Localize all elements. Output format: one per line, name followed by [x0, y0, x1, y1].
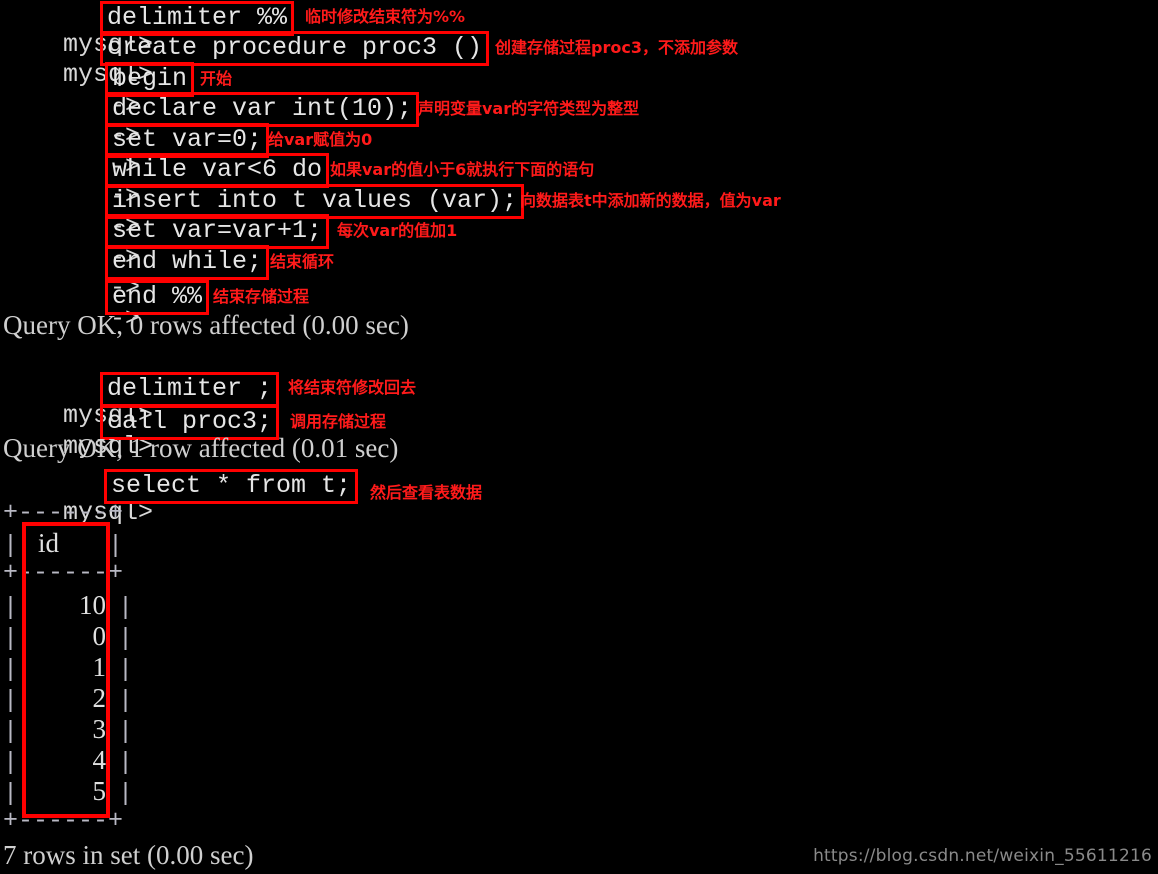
table-rule-top: +------+ [3, 498, 124, 527]
annotation-create-procedure: 创建存储过程proc3，不添加参数 [495, 38, 738, 57]
table-cell-id: 1 [92, 652, 107, 682]
table-cell-id: 3 [92, 714, 107, 744]
table-cell-id: 4 [92, 745, 107, 775]
table-cell-id: 10 [79, 590, 107, 620]
annotation-delimiter-start: 临时修改结束符为%% [305, 7, 466, 26]
annotation-insert: 向数据表t中添加新的数据，值为var [520, 191, 781, 210]
table-row: | 4 | [3, 745, 134, 777]
sql-statement-create-procedure[interactable]: create procedure proc3 () [100, 31, 490, 66]
table-rule-middle: +------+ [3, 558, 124, 587]
annotation-end-procedure: 结束存储过程 [213, 287, 310, 306]
annotation-set-var-zero: 给var赋值为0 [268, 130, 373, 149]
table-header-id: id [38, 528, 60, 558]
output-query-ok-0-rows: Query OK, 0 rows affected (0.00 sec) [3, 310, 409, 340]
table-row: | 1 | [3, 652, 134, 684]
terminal-window: mysql> delimiter %% 临时修改结束符为%% mysql> cr… [0, 0, 1158, 874]
annotation-while: 如果var的值小于6就执行下面的语句 [330, 160, 595, 179]
table-rule-bottom: +------+ [3, 806, 124, 835]
table-row: | 2 | [3, 683, 134, 715]
output-query-ok-1-row: Query OK, 1 row affected (0.01 sec) [3, 433, 399, 463]
annotation-increment: 每次var的值加1 [337, 221, 458, 240]
output-rows-in-set: 7 rows in set (0.00 sec) [3, 840, 254, 870]
table-header-row: | id | [3, 528, 124, 560]
table-cell-id: 0 [92, 621, 107, 651]
table-row: | 5 | [3, 776, 134, 808]
watermark-url: https://blog.csdn.net/weixin_55611216 [813, 846, 1152, 866]
annotation-declare: 声明变量var的字符类型为整型 [418, 99, 640, 118]
table-row: | 3 | [3, 714, 134, 746]
sql-statement-select[interactable]: select * from t; [104, 469, 359, 504]
table-row: | 10 | [3, 590, 134, 622]
annotation-select: 然后查看表数据 [370, 483, 483, 502]
annotation-call-proc3: 调用存储过程 [290, 412, 387, 431]
table-row: | 0 | [3, 621, 134, 653]
annotation-begin: 开始 [200, 69, 233, 88]
annotation-delimiter-restore: 将结束符修改回去 [288, 378, 417, 397]
table-cell-id: 2 [92, 683, 107, 713]
table-cell-id: 5 [92, 776, 107, 806]
annotation-end-while: 结束循环 [270, 252, 335, 271]
sql-statement-declare[interactable]: declare var int(10); [105, 92, 420, 127]
